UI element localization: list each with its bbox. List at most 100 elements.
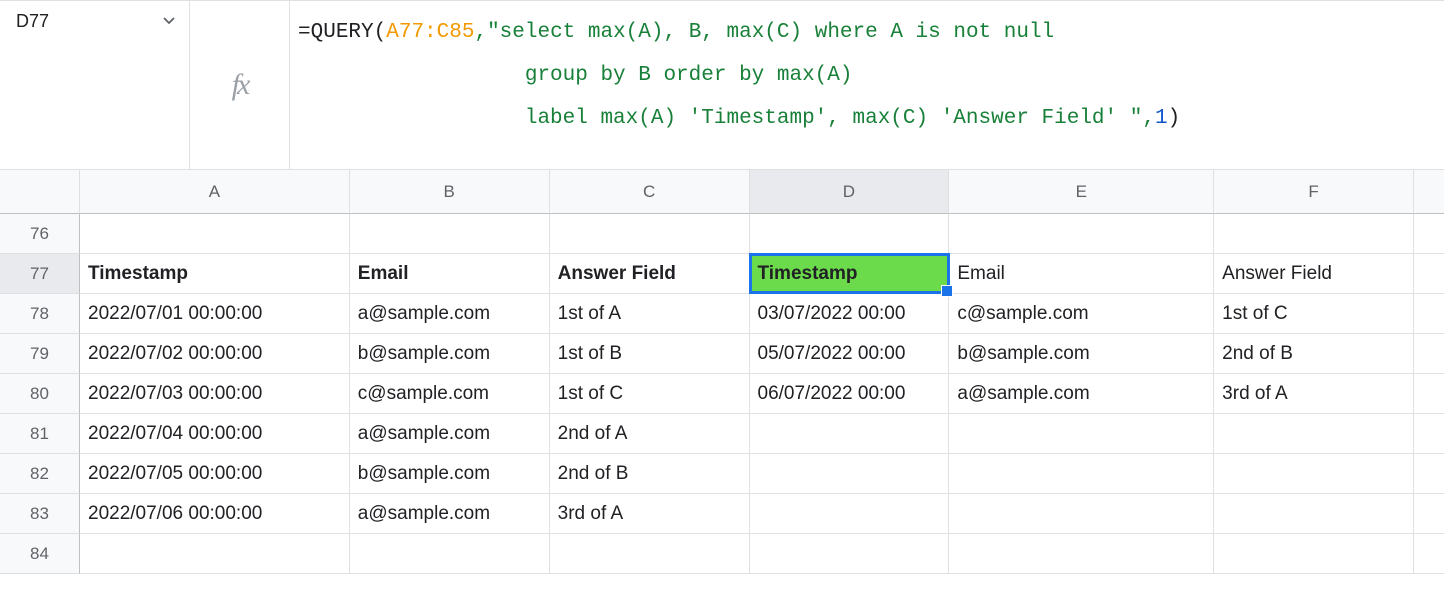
cell-C84[interactable] [550,534,750,574]
col-header-D[interactable]: D [750,170,950,214]
fx-icon: fx [232,68,248,102]
formula-input[interactable]: =QUERY(A77:C85,"select max(A), B, max(C)… [290,1,1444,169]
cell-E80[interactable]: a@sample.com [949,374,1214,414]
row-82: 822022/07/05 00:00:00b@sample.com2nd of … [0,454,1444,494]
cell-A84[interactable] [80,534,350,574]
col-header-overflow [1414,170,1444,214]
cell-G78[interactable] [1414,294,1444,334]
cell-F82[interactable] [1214,454,1414,494]
cell-B81[interactable]: a@sample.com [350,414,550,454]
cell-E81[interactable] [949,414,1214,454]
cell-B77[interactable]: Email [350,254,550,294]
col-header-B[interactable]: B [350,170,550,214]
cell-B79[interactable]: b@sample.com [350,334,550,374]
cell-C82[interactable]: 2nd of B [550,454,750,494]
row-header[interactable]: 76 [0,214,80,254]
cell-B82[interactable]: b@sample.com [350,454,550,494]
chevron-down-icon[interactable] [163,17,175,25]
row-83: 832022/07/06 00:00:00a@sample.com3rd of … [0,494,1444,534]
row-header[interactable]: 80 [0,374,80,414]
row-77: 77TimestampEmailAnswer FieldTimestampEma… [0,254,1444,294]
row-header[interactable]: 84 [0,534,80,574]
cell-E79[interactable]: b@sample.com [949,334,1214,374]
formula-bar: D77 fx =QUERY(A77:C85,"select max(A), B,… [0,0,1444,170]
cell-C76[interactable] [550,214,750,254]
cell-F77[interactable]: Answer Field [1214,254,1414,294]
cell-G84[interactable] [1414,534,1444,574]
cell-F76[interactable] [1214,214,1414,254]
cell-D84[interactable] [750,534,950,574]
row-76: 76 [0,214,1444,254]
row-79: 792022/07/02 00:00:00b@sample.com1st of … [0,334,1444,374]
row-header[interactable]: 79 [0,334,80,374]
cell-F81[interactable] [1214,414,1414,454]
cell-A80[interactable]: 2022/07/03 00:00:00 [80,374,350,414]
cell-G83[interactable] [1414,494,1444,534]
cell-A81[interactable]: 2022/07/04 00:00:00 [80,414,350,454]
cell-A78[interactable]: 2022/07/01 00:00:00 [80,294,350,334]
cell-E83[interactable] [949,494,1214,534]
cell-B76[interactable] [350,214,550,254]
cell-A82[interactable]: 2022/07/05 00:00:00 [80,454,350,494]
col-header-C[interactable]: C [550,170,750,214]
cell-B84[interactable] [350,534,550,574]
cell-D76[interactable] [750,214,950,254]
cell-A79[interactable]: 2022/07/02 00:00:00 [80,334,350,374]
row-header[interactable]: 77 [0,254,80,294]
col-header-A[interactable]: A [80,170,350,214]
cell-A77[interactable]: Timestamp [80,254,350,294]
cell-E78[interactable]: c@sample.com [949,294,1214,334]
cell-G82[interactable] [1414,454,1444,494]
cell-C80[interactable]: 1st of C [550,374,750,414]
cell-G80[interactable] [1414,374,1444,414]
row-header[interactable]: 78 [0,294,80,334]
name-box-filler [0,41,190,169]
cell-E84[interactable] [949,534,1214,574]
cell-E76[interactable] [949,214,1214,254]
row-81: 812022/07/04 00:00:00a@sample.com2nd of … [0,414,1444,454]
cell-G76[interactable] [1414,214,1444,254]
row-80: 802022/07/03 00:00:00c@sample.com1st of … [0,374,1444,414]
cell-C83[interactable]: 3rd of A [550,494,750,534]
col-header-E[interactable]: E [949,170,1214,214]
cell-G81[interactable] [1414,414,1444,454]
cell-G77[interactable] [1414,254,1444,294]
cell-C78[interactable]: 1st of A [550,294,750,334]
row-84: 84 [0,534,1444,574]
cell-A76[interactable] [80,214,350,254]
cell-D77[interactable]: Timestamp [750,254,950,294]
col-header-F[interactable]: F [1214,170,1414,214]
cell-F84[interactable] [1214,534,1414,574]
cell-A83[interactable]: 2022/07/06 00:00:00 [80,494,350,534]
cell-G79[interactable] [1414,334,1444,374]
name-box-value: D77 [16,11,163,32]
row-header[interactable]: 82 [0,454,80,494]
cell-E82[interactable] [949,454,1214,494]
cell-B83[interactable]: a@sample.com [350,494,550,534]
cell-F80[interactable]: 3rd of A [1214,374,1414,414]
cell-C81[interactable]: 2nd of A [550,414,750,454]
row-header[interactable]: 81 [0,414,80,454]
cell-D81[interactable] [750,414,950,454]
fx-label: fx [190,1,290,169]
name-box[interactable]: D77 [0,1,190,41]
cell-F83[interactable] [1214,494,1414,534]
cell-D80[interactable]: 06/07/2022 00:00 [750,374,950,414]
select-all-corner[interactable] [0,170,80,214]
cell-F79[interactable]: 2nd of B [1214,334,1414,374]
cell-F78[interactable]: 1st of C [1214,294,1414,334]
row-header[interactable]: 83 [0,494,80,534]
cell-D82[interactable] [750,454,950,494]
cell-D79[interactable]: 05/07/2022 00:00 [750,334,950,374]
cell-C77[interactable]: Answer Field [550,254,750,294]
cell-B78[interactable]: a@sample.com [350,294,550,334]
cell-C79[interactable]: 1st of B [550,334,750,374]
row-78: 782022/07/01 00:00:00a@sample.com1st of … [0,294,1444,334]
spreadsheet-grid[interactable]: A B C D E F 7677TimestampEmailAnswer Fie… [0,170,1444,574]
column-headers: A B C D E F [0,170,1444,214]
cell-D83[interactable] [750,494,950,534]
cell-D78[interactable]: 03/07/2022 00:00 [750,294,950,334]
cell-E77[interactable]: Email [949,254,1214,294]
name-box-wrap: D77 [0,1,190,169]
cell-B80[interactable]: c@sample.com [350,374,550,414]
